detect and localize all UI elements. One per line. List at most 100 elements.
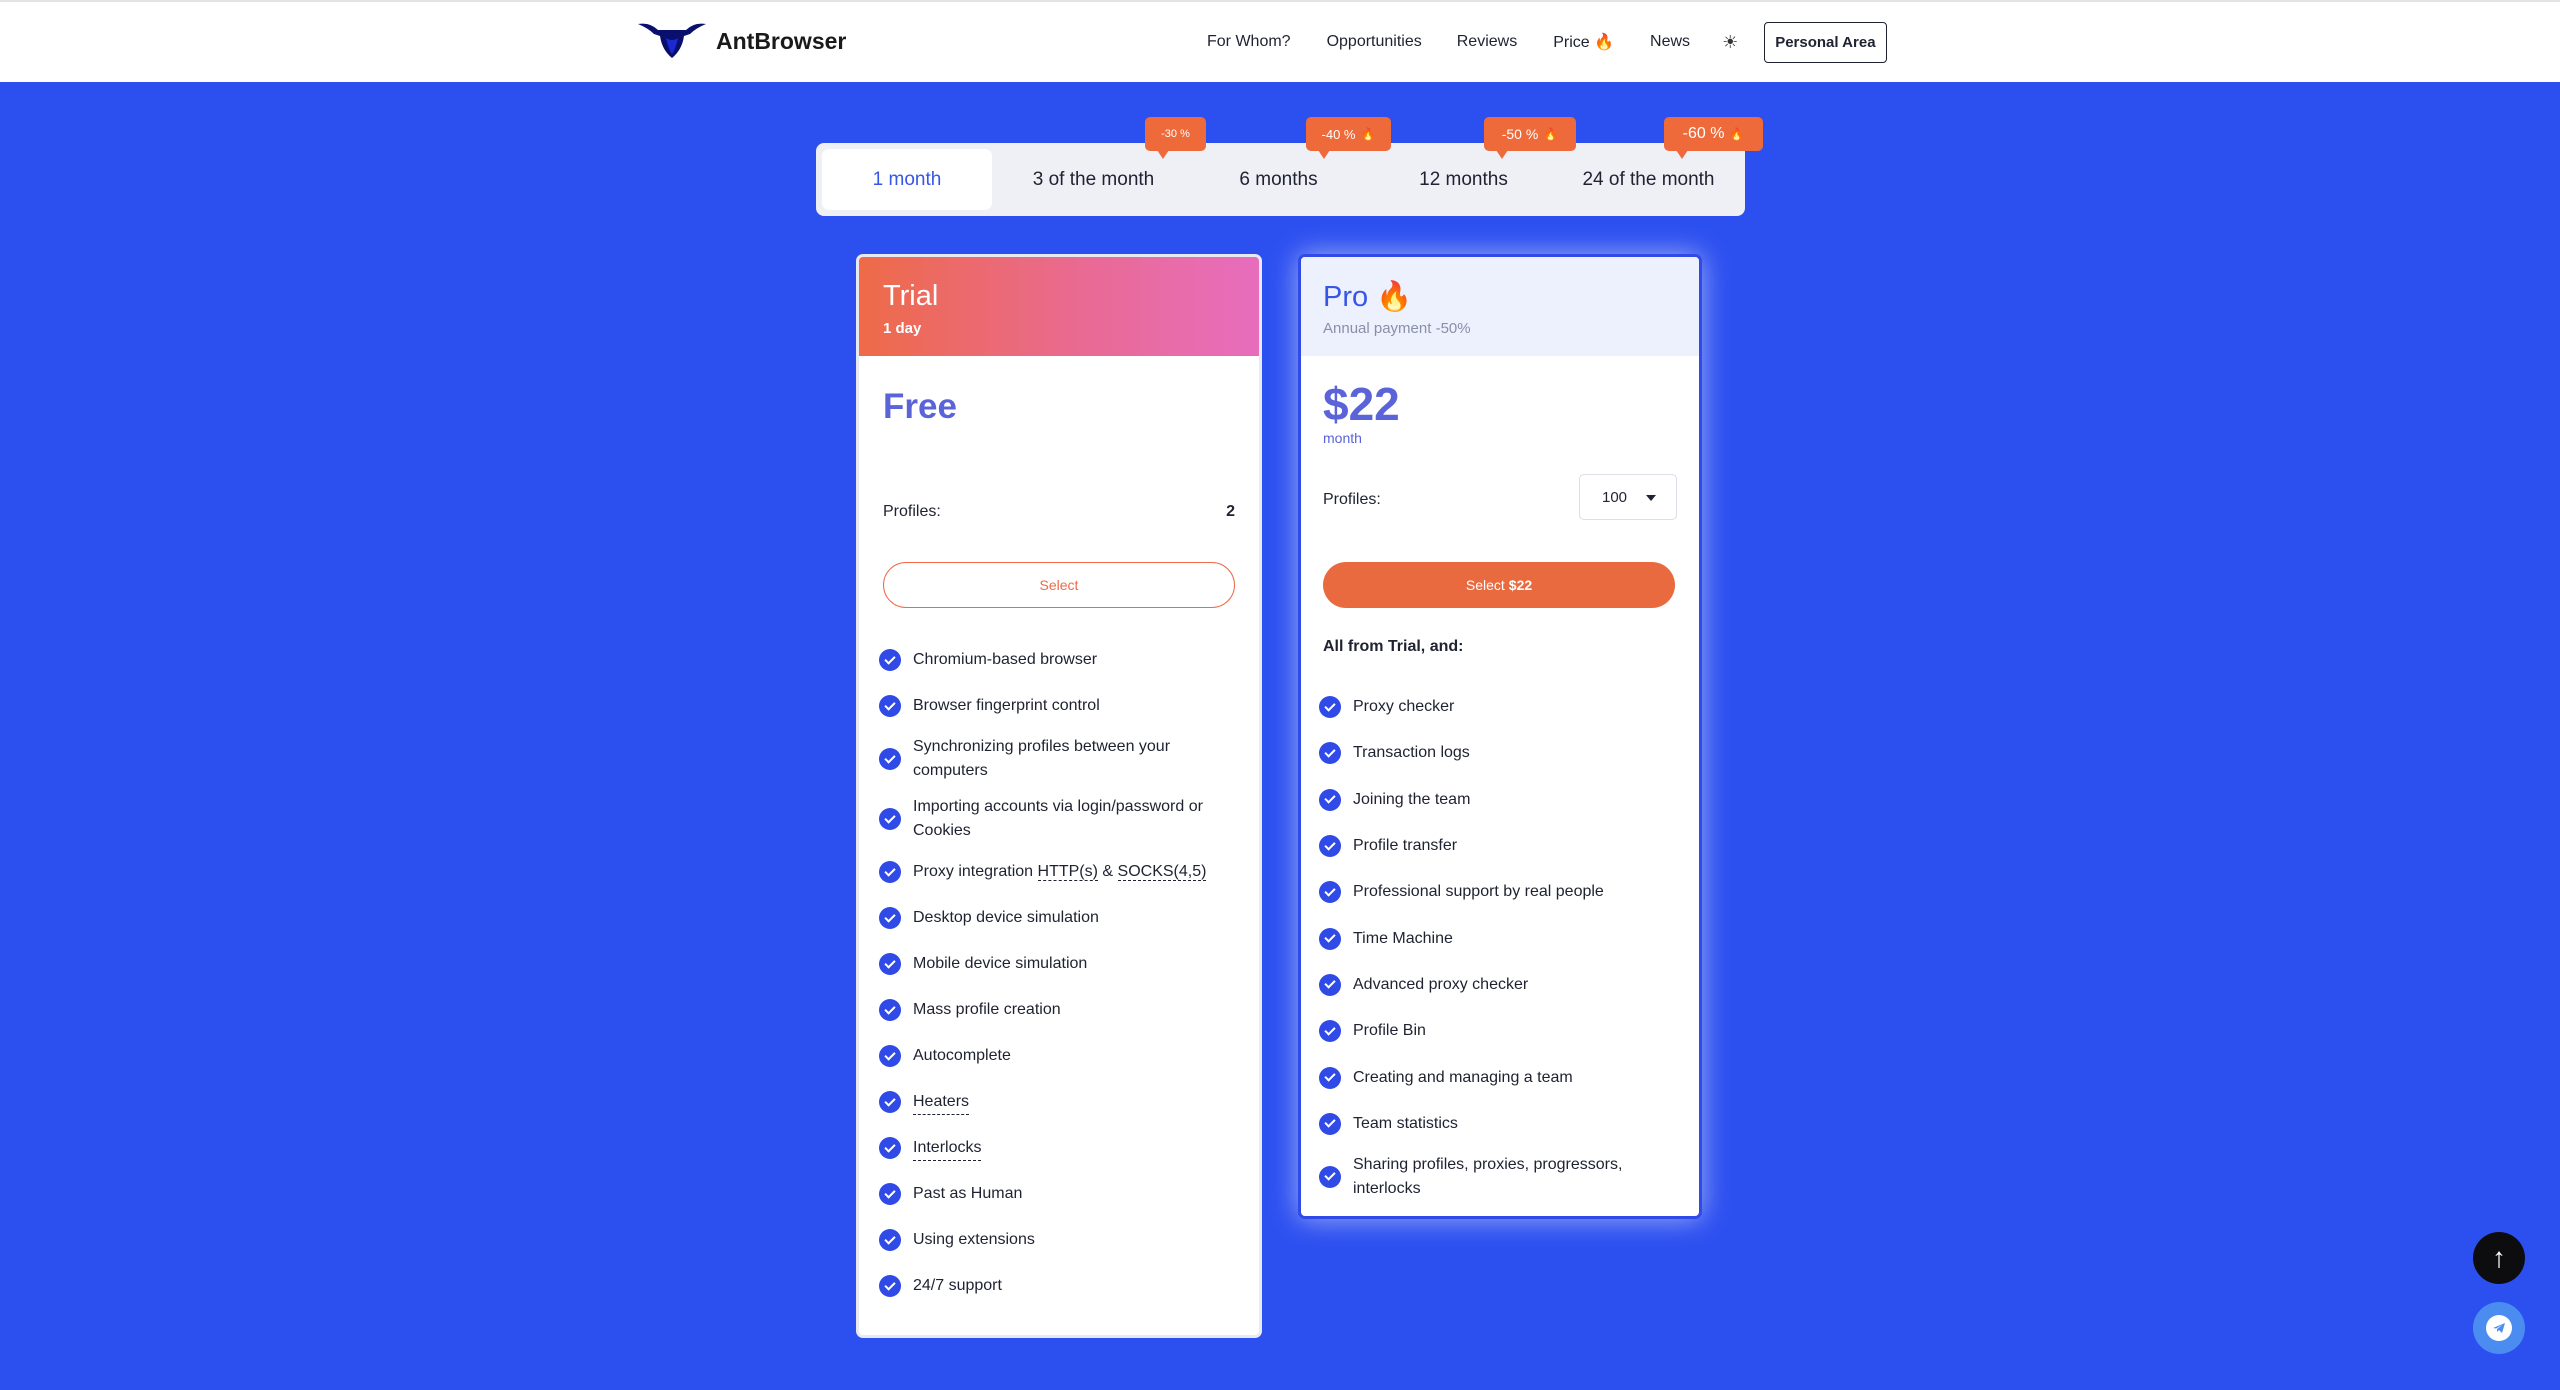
check-icon xyxy=(879,1045,901,1067)
sun-icon[interactable]: ☀ xyxy=(1722,32,1738,53)
select-pro-price: $22 xyxy=(1508,577,1533,593)
check-icon xyxy=(879,808,901,830)
scroll-to-top-button[interactable]: ↑ xyxy=(2473,1232,2525,1284)
discount-badge-text: -40 % xyxy=(1321,126,1356,142)
discount-badge: -60 % 🔥 xyxy=(1664,117,1763,159)
nav-price[interactable]: Price 🔥 xyxy=(1553,32,1614,52)
personal-area-button[interactable]: Personal Area xyxy=(1764,21,1887,63)
check-icon xyxy=(879,953,901,975)
plan-duration: 1 day xyxy=(883,320,922,337)
feature-item: Proxy checker xyxy=(1319,684,1679,730)
http-link[interactable]: HTTP(s) xyxy=(1037,863,1098,881)
nav-for-whom[interactable]: For Whom? xyxy=(1207,33,1291,51)
tab-1-month[interactable]: 1 month xyxy=(822,149,992,210)
feature-item: Mobile device simulation xyxy=(879,941,1249,987)
feature-label: Profile transfer xyxy=(1353,837,1458,855)
check-icon xyxy=(1319,1020,1341,1043)
discount-badge: -40 % 🔥 xyxy=(1306,117,1391,159)
feature-item: Team statistics xyxy=(1319,1101,1679,1147)
tab-6-months[interactable]: 6 months xyxy=(1186,149,1371,210)
feature-item: Past as Human xyxy=(879,1171,1249,1217)
check-icon xyxy=(1319,881,1341,904)
feature-item: Profile Bin xyxy=(1319,1008,1679,1054)
check-icon xyxy=(879,1183,901,1205)
nav-news[interactable]: News xyxy=(1650,33,1690,51)
feature-label: Creating and managing a team xyxy=(1353,1068,1573,1086)
check-icon xyxy=(879,1091,901,1113)
select-pro-label: Select xyxy=(1465,577,1505,593)
select-pro-button[interactable]: Select $22 xyxy=(1323,562,1675,608)
plan-price: $22 xyxy=(1323,378,1400,430)
feature-label: Mobile device simulation xyxy=(913,955,1088,972)
profiles-value: 2 xyxy=(1226,503,1235,520)
pro-feature-list: Proxy checker Transaction logs Joining t… xyxy=(1319,684,1679,1207)
select-trial-button[interactable]: Select xyxy=(883,562,1235,608)
feature-label: Synchronizing profiles between your comp… xyxy=(913,738,1171,779)
feature-label: Time Machine xyxy=(1353,929,1453,947)
check-icon xyxy=(1319,835,1341,858)
top-header: AntBrowser For Whom? Opportunities Revie… xyxy=(0,0,2560,82)
feature-label: Transaction logs xyxy=(1353,744,1470,762)
pro-plan-card: Pro 🔥 Annual payment -50% $22 month Prof… xyxy=(1298,254,1702,1219)
main-nav: For Whom? Opportunities Reviews Price 🔥 … xyxy=(1207,2,1887,82)
profiles-dropdown[interactable]: 100 xyxy=(1579,474,1677,520)
feature-label: Proxy checker xyxy=(1353,698,1455,716)
price-unit: month xyxy=(1323,430,1362,446)
feature-item: Synchronizing profiles between your comp… xyxy=(879,729,1249,789)
tab-24-months[interactable]: 24 of the month xyxy=(1556,149,1741,210)
nav-opportunities[interactable]: Opportunities xyxy=(1327,33,1422,51)
fire-icon: 🔥 xyxy=(1543,127,1559,141)
telegram-icon xyxy=(2486,1315,2512,1341)
profiles-dropdown-value: 100 xyxy=(1602,488,1628,506)
tab-12-months[interactable]: 12 months xyxy=(1371,149,1556,210)
feature-item: Chromium-based browser xyxy=(879,637,1249,683)
feature-label: Importing accounts via login/password or… xyxy=(913,798,1203,839)
trial-plan-card: Trial 1 day Free Profiles: 2 Select Chro… xyxy=(856,254,1262,1338)
feature-item: Joining the team xyxy=(1319,777,1679,823)
heaters-link[interactable]: Heaters xyxy=(913,1090,970,1115)
discount-badge: -50 % 🔥 xyxy=(1484,117,1576,159)
plan-subtitle: Annual payment -50% xyxy=(1323,320,1471,337)
feature-label: 24/7 support xyxy=(913,1277,1002,1294)
brand-logo[interactable]: AntBrowser xyxy=(636,20,846,62)
feature-item: Browser fingerprint control xyxy=(879,683,1249,729)
check-icon xyxy=(879,861,901,883)
check-icon xyxy=(879,1229,901,1251)
fire-icon: 🔥 xyxy=(1360,127,1376,141)
check-icon xyxy=(879,695,901,717)
feature-label: Proxy integration HTTP(s) & SOCKS(4,5) xyxy=(913,860,1207,884)
discount-badge-text: -60 % xyxy=(1682,125,1725,142)
feature-label: Autocomplete xyxy=(913,1047,1011,1064)
plan-name: Trial xyxy=(883,280,939,312)
proxy-integration-text: Proxy integration xyxy=(913,863,1034,880)
discount-badge-text: -50 % xyxy=(1501,126,1539,142)
interlocks-link[interactable]: Interlocks xyxy=(913,1136,982,1161)
feature-item: Professional support by real people xyxy=(1319,869,1679,915)
nav-reviews[interactable]: Reviews xyxy=(1457,33,1517,51)
trial-card-header: Trial 1 day xyxy=(859,257,1259,356)
check-icon xyxy=(1319,1165,1341,1188)
check-icon xyxy=(879,748,901,770)
plan-price: Free xyxy=(883,387,957,426)
telegram-button[interactable] xyxy=(2473,1302,2525,1354)
feature-item: Sharing profiles, proxies, progressors, … xyxy=(1319,1147,1679,1207)
feature-label: Desktop device simulation xyxy=(913,909,1099,926)
feature-item: Desktop device simulation xyxy=(879,895,1249,941)
check-icon xyxy=(1319,973,1341,996)
feature-label: Using extensions xyxy=(913,1231,1035,1248)
check-icon xyxy=(879,1275,901,1297)
socks-link[interactable]: SOCKS(4,5) xyxy=(1117,863,1207,881)
brand-name: AntBrowser xyxy=(716,27,847,54)
feature-item: Time Machine xyxy=(1319,915,1679,961)
ampersand: & xyxy=(1102,863,1114,880)
feature-item: Transaction logs xyxy=(1319,730,1679,776)
feature-label: Advanced proxy checker xyxy=(1353,975,1529,993)
check-icon xyxy=(1319,788,1341,811)
feature-label: Team statistics xyxy=(1353,1114,1458,1132)
feature-item: Heaters xyxy=(879,1079,1249,1125)
all-from-trial-heading: All from Trial, and: xyxy=(1323,638,1464,655)
check-icon xyxy=(1319,1112,1341,1135)
discount-badge-text: -30 % xyxy=(1161,128,1190,140)
feature-label: Chromium-based browser xyxy=(913,651,1098,668)
feature-label: Browser fingerprint control xyxy=(913,697,1100,714)
